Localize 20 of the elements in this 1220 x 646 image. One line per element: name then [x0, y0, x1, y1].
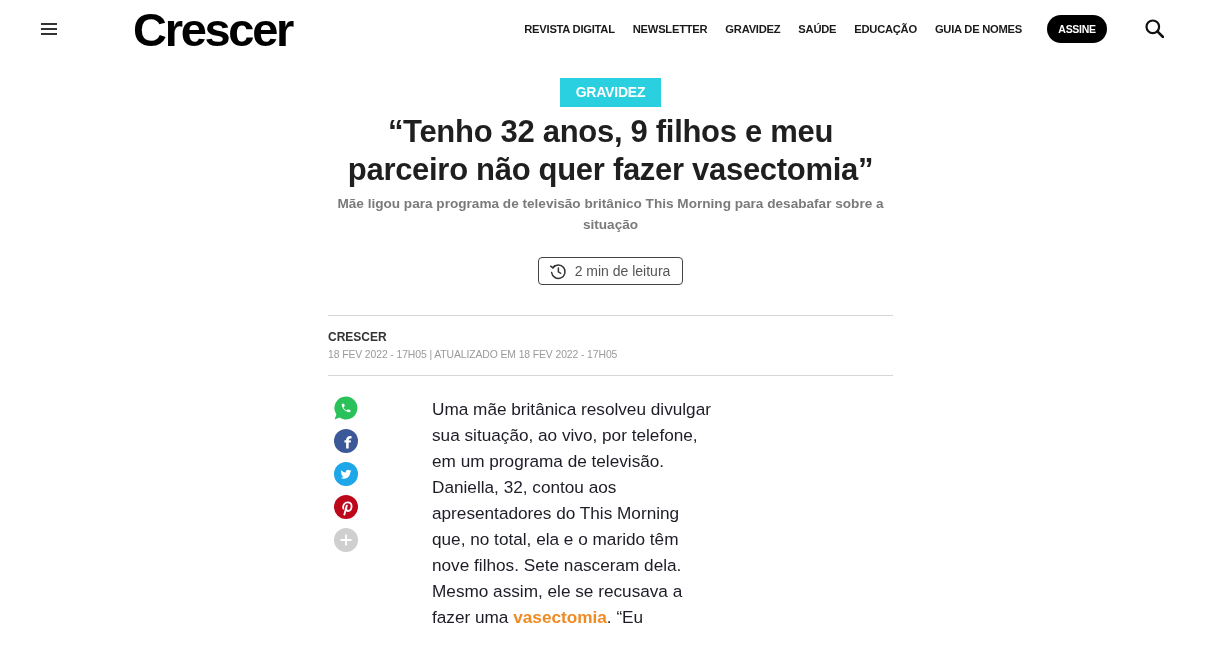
- article-headline: “Tenho 32 anos, 9 filhos e meu parceiro não quer fazer vasectomia”: [346, 113, 875, 189]
- menu-icon[interactable]: [40, 21, 58, 36]
- reading-time-text: 2 min de leitura: [574, 263, 671, 279]
- article-dateline: 18 FEV 2022 - 17H05 | ATUALIZADO EM 18 FEV 2022 - 17H05: [328, 348, 618, 362]
- subscribe-button[interactable]: ASSINE: [1047, 14, 1107, 43]
- pinterest-share-icon[interactable]: [334, 495, 358, 519]
- twitter-share-icon[interactable]: [334, 462, 358, 486]
- nav-link[interactable]: SAÚDE: [798, 22, 837, 35]
- nav-link[interactable]: GRAVIDEZ: [725, 22, 781, 35]
- history-clock-icon: [548, 262, 567, 280]
- nav-link[interactable]: REVISTA DIGITAL: [524, 22, 615, 35]
- article-subtitle: Mãe ligou para programa de televisão britânico This Morning para desabafar sobre a situação: [336, 195, 885, 234]
- article-source: CRESCER: [328, 329, 387, 345]
- facebook-share-icon[interactable]: [334, 429, 358, 453]
- nav-link[interactable]: EDUCAÇÃO: [854, 22, 917, 35]
- nav-link[interactable]: NEWSLETTER: [632, 22, 708, 35]
- brand-logo[interactable]: Crescer: [133, 5, 292, 53]
- nav-link[interactable]: GUIA DE NOMES: [934, 22, 1022, 35]
- article-paragraph: Uma mãe britânica resolveu divulgar sua situação, ao vivo, por telefone, em um programa de televisão. Daniella, 32, contou aos apresentadores do This Morning que, no total, ela e o marido têm nove filhos. Sete nasceram dela. Mesmo assim, ele se recusava a fazer uma vasectomia. “Eu: [432, 398, 712, 629]
- search-icon[interactable]: [1145, 19, 1164, 38]
